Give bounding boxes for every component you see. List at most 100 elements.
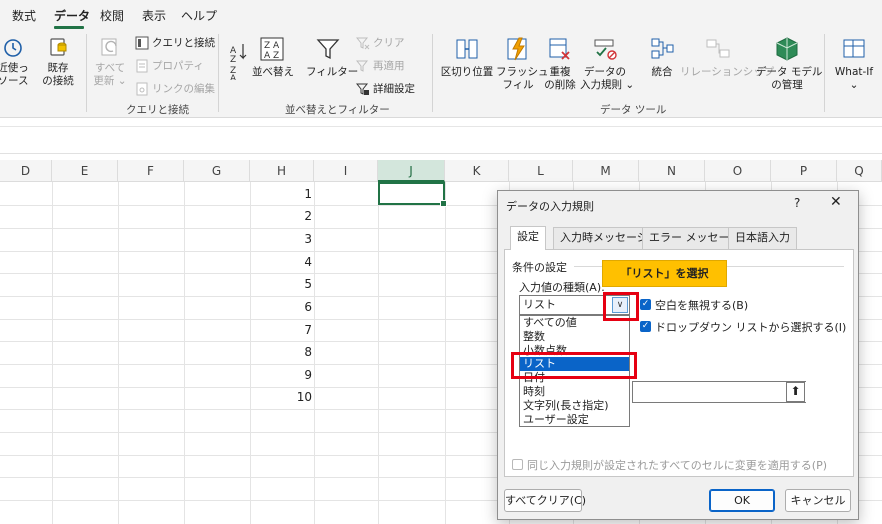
option-custom[interactable]: ユーザー設定 xyxy=(520,413,629,427)
cell-h6[interactable]: 6 xyxy=(252,300,312,314)
option-time[interactable]: 時刻 xyxy=(520,385,629,399)
edit-links-button[interactable]: リンクの編集 xyxy=(135,81,215,96)
data-validation-button[interactable]: データの 入力規則 ⌄ xyxy=(580,36,634,92)
remove-duplicates-label-2: の削除 xyxy=(544,79,576,91)
refresh-all-label-2: 更新 xyxy=(93,75,115,87)
ignore-blank-checkbox[interactable]: ✓ xyxy=(640,299,651,310)
column-header-h[interactable]: H xyxy=(250,160,314,182)
properties-icon xyxy=(136,59,148,72)
tab-input-message[interactable]: 入力時メッセージ xyxy=(553,227,655,249)
advanced-filter-icon xyxy=(356,83,369,95)
reapply-label: 再適用 xyxy=(373,60,405,72)
cell-h9[interactable]: 9 xyxy=(252,368,312,382)
svg-text:Z: Z xyxy=(230,55,236,65)
queries-group-label: クエリと接続 xyxy=(126,104,189,116)
tab-view[interactable]: 表示 xyxy=(142,7,166,24)
data-model-label-1: データ モデル xyxy=(756,66,823,78)
recent-sources-label-2: ソース xyxy=(0,75,29,87)
grid-line xyxy=(378,182,379,524)
properties-button[interactable]: プロパティ xyxy=(135,58,204,73)
ribbon-separator xyxy=(432,34,433,112)
text-to-columns-button[interactable]: 区切り位置 xyxy=(440,36,494,79)
sort-button[interactable]: Z AA Z 並べ替え xyxy=(252,36,294,79)
source-input[interactable] xyxy=(632,381,806,403)
clear-all-button[interactable]: すべてクリア(C) xyxy=(504,489,586,512)
cell-h10[interactable]: 10 xyxy=(252,390,312,404)
relationships-button[interactable]: リレーションシップ xyxy=(680,36,774,79)
column-header-q[interactable]: Q xyxy=(837,160,882,182)
cell-h1[interactable]: 1 xyxy=(252,187,312,201)
help-button[interactable]: ? xyxy=(794,196,800,210)
cell-h5[interactable]: 5 xyxy=(252,277,312,291)
queries-connections-button[interactable]: クエリと接続 xyxy=(135,35,215,50)
ignore-blank-label: 空白を無視する(B) xyxy=(655,299,749,312)
apply-all-checkbox[interactable] xyxy=(512,459,523,470)
column-header-n[interactable]: N xyxy=(639,160,705,182)
filter-button[interactable]: フィルター xyxy=(306,36,358,79)
cancel-button[interactable]: キャンセル xyxy=(785,489,851,512)
recent-sources-button[interactable]: 近使っ ソース xyxy=(0,36,30,88)
active-tab-indicator xyxy=(54,26,84,29)
clear-filter-label: クリア xyxy=(373,37,405,49)
svg-text:A Z: A Z xyxy=(264,51,279,61)
column-header-d[interactable]: D xyxy=(0,160,52,182)
advanced-filter-label: 詳細設定 xyxy=(373,83,415,95)
consolidate-button[interactable]: 統合 xyxy=(642,36,682,79)
option-whole-number[interactable]: 整数 xyxy=(520,330,629,344)
column-header-p[interactable]: P xyxy=(771,160,837,182)
tab-ime-mode[interactable]: 日本語入力 xyxy=(728,227,797,249)
column-header-o[interactable]: O xyxy=(705,160,771,182)
column-header-m[interactable]: M xyxy=(573,160,639,182)
text-to-columns-icon xyxy=(456,39,478,59)
tab-help[interactable]: ヘルプ xyxy=(181,7,217,24)
remove-duplicates-label-1: 重複 xyxy=(549,66,571,78)
existing-connections-button[interactable]: 既存 の接続 xyxy=(40,36,76,88)
column-header-k[interactable]: K xyxy=(445,160,509,182)
column-header-g[interactable]: G xyxy=(184,160,250,182)
data-model-icon xyxy=(776,37,798,61)
tab-formulas[interactable]: 数式 xyxy=(12,7,36,24)
consolidate-label: 統合 xyxy=(651,66,673,78)
queries-connections-icon xyxy=(135,36,149,49)
cell-h3[interactable]: 3 xyxy=(252,232,312,246)
remove-duplicates-icon xyxy=(549,38,570,60)
remove-duplicates-button[interactable]: 重複 の削除 xyxy=(542,36,578,92)
what-if-label: What-If xyxy=(834,66,874,78)
sort-filter-group-label: 並べ替えとフィルター xyxy=(285,104,390,116)
ok-button[interactable]: OK xyxy=(709,489,775,512)
advanced-filter-button[interactable]: 詳細設定 xyxy=(356,81,415,96)
sort-label: 並べ替え xyxy=(252,66,294,78)
cell-h8[interactable]: 8 xyxy=(252,345,312,359)
reapply-button[interactable]: 再適用 xyxy=(356,58,405,73)
what-if-button[interactable]: What-If ⌄ xyxy=(830,36,878,92)
column-header-j[interactable]: J xyxy=(378,160,445,182)
tab-data[interactable]: データ xyxy=(54,7,90,24)
grid-line xyxy=(314,182,315,524)
cell-h4[interactable]: 4 xyxy=(252,255,312,269)
column-header-i[interactable]: I xyxy=(314,160,378,182)
column-header-f[interactable]: F xyxy=(118,160,184,182)
recent-sources-icon xyxy=(4,39,22,57)
clear-filter-button[interactable]: クリア xyxy=(356,35,405,50)
flash-fill-button[interactable]: フラッシュ フィル xyxy=(496,36,549,92)
properties-label: プロパティ xyxy=(152,60,204,72)
tab-review[interactable]: 校閲 xyxy=(100,7,124,24)
grid-line xyxy=(184,182,185,524)
svg-text:Z A: Z A xyxy=(264,41,280,51)
sort-az-button[interactable]: AZZA xyxy=(228,40,250,84)
collapse-dialog-icon[interactable]: ⬆ xyxy=(786,382,805,402)
instruction-callout: 「リスト」を選択 xyxy=(602,260,727,287)
in-cell-dropdown-checkbox[interactable]: ✓ xyxy=(640,321,651,332)
refresh-all-button[interactable]: すべて 更新 ⌄ xyxy=(92,36,128,88)
allow-label: 入力値の種類(A): xyxy=(519,281,605,294)
column-header-e[interactable]: E xyxy=(52,160,118,182)
column-header-l[interactable]: L xyxy=(509,160,573,182)
cell-h2[interactable]: 2 xyxy=(252,209,312,223)
what-if-icon xyxy=(843,39,865,58)
close-icon[interactable]: ✕ xyxy=(830,194,842,210)
active-cell-j1[interactable] xyxy=(378,182,447,207)
option-text-length[interactable]: 文字列(長さ指定) xyxy=(520,399,629,413)
tab-settings[interactable]: 設定 xyxy=(510,226,546,250)
data-model-button[interactable]: データ モデル の管理 xyxy=(756,36,822,92)
cell-h7[interactable]: 7 xyxy=(252,323,312,337)
